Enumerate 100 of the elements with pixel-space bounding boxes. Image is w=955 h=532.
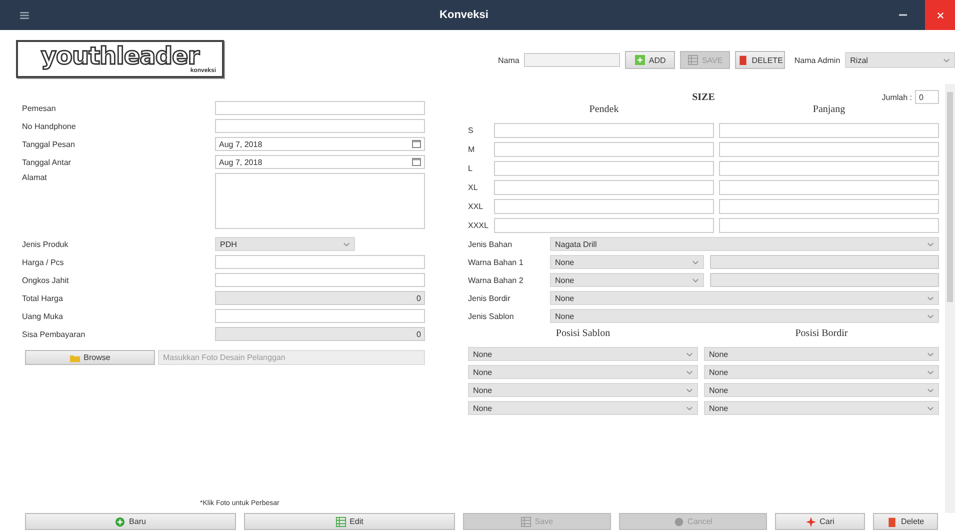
date-field[interactable]: Aug 7, 2018 bbox=[215, 137, 425, 151]
input-field[interactable] bbox=[494, 161, 714, 176]
field-label: No Handphone bbox=[22, 122, 77, 130]
size-label: XL bbox=[468, 183, 479, 192]
input-field[interactable] bbox=[215, 273, 425, 287]
scroll-thumb[interactable] bbox=[947, 92, 953, 302]
size-label: M bbox=[468, 145, 476, 154]
field-label: Uang Muka bbox=[22, 312, 64, 320]
input-field[interactable] bbox=[494, 218, 714, 233]
caret-icon bbox=[686, 406, 693, 410]
admin-label: Nama Admin bbox=[794, 56, 840, 64]
input-field[interactable] bbox=[710, 255, 939, 269]
field-label: Warna Bahan 1 bbox=[468, 258, 524, 266]
column-header: Panjang bbox=[812, 104, 846, 117]
menu-icon[interactable] bbox=[20, 12, 29, 18]
dropdown[interactable]: None bbox=[468, 347, 698, 361]
field-label: Pemesan bbox=[22, 104, 57, 112]
field-label: Harga / Pcs bbox=[22, 258, 65, 266]
dropdown[interactable]: None bbox=[550, 309, 939, 323]
dropdown[interactable]: PDH bbox=[215, 237, 355, 251]
field-label: Jenis Produk bbox=[22, 240, 70, 248]
field-label: Jenis Bordir bbox=[468, 294, 512, 302]
input-field[interactable] bbox=[719, 218, 939, 233]
size-label: XXL bbox=[468, 202, 484, 211]
input-field[interactable] bbox=[710, 273, 939, 287]
dropdown[interactable]: None bbox=[704, 383, 939, 397]
input-field[interactable] bbox=[719, 123, 939, 138]
dropdown[interactable]: Nagata Drill bbox=[550, 237, 939, 251]
readonly-field: 0 bbox=[215, 327, 425, 341]
scrollbar[interactable] bbox=[945, 84, 955, 513]
dropdown[interactable]: None bbox=[704, 401, 939, 415]
plus-icon bbox=[115, 516, 126, 526]
input-field[interactable] bbox=[494, 199, 714, 214]
calendar-icon[interactable] bbox=[412, 140, 421, 148]
grid-icon bbox=[688, 55, 698, 65]
caret-icon bbox=[927, 406, 934, 410]
input-field[interactable] bbox=[494, 142, 714, 157]
input-field[interactable] bbox=[215, 119, 425, 133]
plus-icon bbox=[634, 55, 645, 65]
field-label: Tanggal Pesan bbox=[22, 140, 76, 148]
dropdown[interactable]: None bbox=[704, 347, 939, 361]
size-title: SIZE bbox=[692, 92, 715, 102]
input-field[interactable] bbox=[215, 101, 425, 115]
column-header: Posisi Bordir bbox=[794, 328, 849, 341]
caret-icon bbox=[927, 388, 934, 392]
input-field[interactable] bbox=[494, 123, 714, 138]
find-button[interactable]: Cari bbox=[775, 513, 865, 530]
column-header: Pendek bbox=[588, 104, 620, 117]
dropdown[interactable]: None bbox=[468, 401, 698, 415]
dropdown[interactable]: None bbox=[468, 365, 698, 379]
field-label: Jenis Bahan bbox=[468, 240, 514, 248]
field-label: Jenis Sablon bbox=[468, 312, 515, 320]
edit-button[interactable]: Edit bbox=[244, 513, 455, 530]
size-label: S bbox=[468, 126, 474, 135]
dropdown[interactable]: None bbox=[550, 255, 704, 269]
input-field[interactable] bbox=[719, 199, 939, 214]
delete-button[interactable]: DELETE bbox=[735, 51, 786, 69]
input-field[interactable] bbox=[215, 255, 425, 269]
input-field[interactable] bbox=[719, 180, 939, 195]
field-label: Alamat bbox=[22, 173, 48, 182]
browse-button[interactable]: Browse bbox=[25, 350, 155, 365]
caret-icon bbox=[686, 370, 693, 374]
caret-icon bbox=[692, 278, 699, 282]
admin-dropdown[interactable]: Rizal bbox=[845, 52, 955, 68]
circle-icon bbox=[674, 516, 684, 526]
caret-icon bbox=[927, 296, 934, 300]
input-field[interactable] bbox=[719, 161, 939, 176]
field-label: Sisa Pembayaran bbox=[22, 330, 86, 338]
input-field[interactable] bbox=[215, 309, 425, 323]
size-label: XXXL bbox=[468, 221, 489, 230]
field-label: Warna Bahan 2 bbox=[468, 276, 524, 284]
column-header: Posisi Sablon bbox=[554, 328, 612, 341]
grid-icon bbox=[520, 516, 531, 526]
name-field[interactable] bbox=[524, 53, 620, 67]
star-icon bbox=[806, 516, 816, 526]
field-label: Tanggal Antar bbox=[22, 158, 72, 166]
add-button[interactable]: ADD bbox=[625, 51, 676, 69]
delete-button[interactable]: Delete bbox=[873, 513, 938, 530]
text-area[interactable] bbox=[215, 173, 425, 229]
close-icon bbox=[936, 12, 944, 18]
dropdown[interactable]: None bbox=[468, 383, 698, 397]
new-button[interactable]: Baru bbox=[25, 513, 236, 530]
count-field[interactable]: 0 bbox=[915, 90, 939, 104]
input-field[interactable] bbox=[719, 142, 939, 157]
field-label: Ongkos Jahit bbox=[22, 276, 70, 284]
caret-icon bbox=[927, 314, 934, 318]
caret-icon bbox=[686, 388, 693, 392]
input-field[interactable] bbox=[494, 180, 714, 195]
close-button[interactable] bbox=[925, 0, 955, 30]
date-field[interactable]: Aug 7, 2018 bbox=[215, 155, 425, 169]
calendar-icon[interactable] bbox=[412, 158, 421, 166]
minimize-icon[interactable] bbox=[899, 14, 907, 16]
dropdown[interactable]: None bbox=[704, 365, 939, 379]
count-label: Jumlah : bbox=[882, 92, 912, 102]
caret-icon bbox=[692, 260, 699, 264]
grid-icon bbox=[336, 516, 346, 526]
dropdown[interactable]: None bbox=[550, 291, 939, 305]
folder-icon bbox=[70, 352, 80, 362]
dropdown[interactable]: None bbox=[550, 273, 704, 287]
caret-icon bbox=[927, 370, 934, 374]
